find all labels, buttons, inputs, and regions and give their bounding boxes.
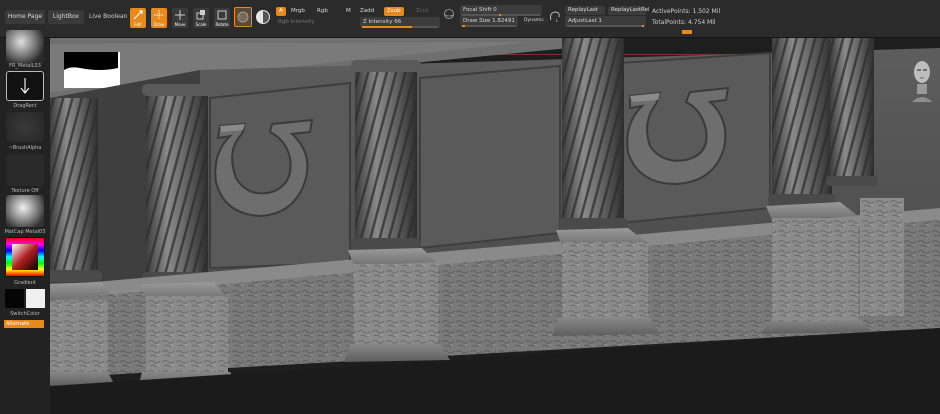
home-page-button[interactable]: Home Page	[5, 10, 45, 24]
rgb-toggle[interactable]: Rgb	[314, 7, 331, 16]
matcap-label: MatCap Metal03	[4, 229, 46, 235]
brush-selector-button[interactable]	[234, 7, 252, 27]
sculpt-model[interactable]	[50, 38, 940, 414]
pedestal	[344, 248, 450, 362]
drag-rect-icon	[20, 78, 30, 94]
stroke-label: DragRect	[13, 103, 37, 109]
matcap-thumbnail[interactable]	[6, 195, 44, 227]
alternate-button[interactable]: Alternate	[4, 320, 44, 328]
z-intensity-slider[interactable]: Z Intensity 66	[360, 17, 440, 28]
pedestal	[762, 198, 904, 334]
move-icon	[175, 10, 185, 20]
draw-size-slider[interactable]: Draw Size 1.82491	[460, 16, 518, 27]
scale-tool-button[interactable]: Scale	[193, 8, 209, 28]
rotate-tool-button[interactable]: Rotate	[214, 8, 230, 28]
column	[558, 38, 628, 230]
replay-last-button[interactable]: ReplayLast	[565, 6, 605, 15]
left-shelf: FR_MetalL03 DragRect ~BrushAlpha Texture…	[0, 30, 50, 414]
alpha-thumbnail[interactable]	[6, 112, 44, 142]
rgb-intensity-slider[interactable]: Rgb Intensity	[275, 17, 357, 28]
gradient-label: Gradient	[14, 280, 36, 286]
a-mode-toggle[interactable]: A	[276, 7, 286, 16]
lazymouse-icon[interactable]: L	[548, 9, 562, 23]
move-tool-button[interactable]: Move	[172, 8, 188, 28]
secondary-color-swatch[interactable]	[26, 289, 45, 308]
rotate-icon	[217, 10, 227, 20]
live-boolean-button[interactable]: Live Boolean	[89, 13, 127, 20]
document-viewport[interactable]	[50, 38, 940, 414]
wall-panel	[419, 64, 561, 250]
column	[142, 84, 212, 284]
svg-text:L: L	[556, 18, 559, 23]
total-points-readout: TotalPoints: 4.754 Mil	[652, 19, 716, 26]
draw-size-value: 1.82491	[492, 18, 515, 24]
m-toggle[interactable]: M	[343, 7, 354, 16]
draw-size-fill	[462, 25, 465, 27]
column	[351, 60, 421, 250]
zsub-toggle[interactable]: Zsub	[384, 7, 404, 16]
zcut-toggle[interactable]: Zcut	[413, 7, 431, 16]
head-navigation-icon[interactable]	[910, 58, 934, 102]
edit-icon	[133, 10, 143, 20]
color-picker[interactable]	[5, 237, 45, 277]
primary-color-swatch[interactable]	[5, 289, 24, 308]
switch-color-button[interactable]: SwitchColor	[0, 311, 50, 317]
scale-icon	[196, 10, 205, 20]
texture-label: Texture Off	[11, 188, 39, 194]
scroll-indicator[interactable]	[682, 30, 692, 34]
adjust-last-slider[interactable]: AdjustLast 1	[565, 16, 646, 27]
lightbox-button[interactable]: LightBox	[48, 10, 84, 24]
stroke-thumbnail[interactable]	[6, 71, 44, 101]
mrgb-toggle[interactable]: Mrgb	[288, 7, 308, 16]
draw-icon	[154, 10, 164, 20]
z-intensity-fill	[362, 26, 413, 28]
texture-thumbnail[interactable]	[6, 154, 44, 186]
alpha-label: ~BrushAlpha	[8, 145, 42, 151]
zadd-toggle[interactable]: Zadd	[357, 7, 377, 16]
edit-tool-button[interactable]: Edit	[130, 8, 146, 28]
brush-icon	[237, 11, 249, 23]
draw-tool-button[interactable]: Draw	[151, 8, 167, 28]
active-points-readout: ActivePoints: 1.502 Mil	[652, 8, 721, 15]
material-label: FR_MetalL03	[9, 63, 41, 69]
top-toolbar: Home Page LightBox Live Boolean Edit Dra…	[0, 0, 940, 38]
dynamic-toggle[interactable]: Dynamic	[521, 17, 547, 25]
column	[768, 38, 878, 206]
replay-last-rel-button[interactable]: ReplayLastRel	[608, 6, 650, 15]
material-thumbnail[interactable]	[6, 30, 44, 64]
pedestal	[552, 228, 660, 336]
material-swatch-icon[interactable]	[256, 10, 270, 24]
draw-size-label: Draw Size	[463, 18, 491, 24]
gyro-icon[interactable]	[443, 8, 455, 20]
column	[50, 98, 102, 282]
pedestal	[138, 282, 240, 388]
focal-shift-slider[interactable]: Focal Shift 0	[460, 5, 542, 16]
